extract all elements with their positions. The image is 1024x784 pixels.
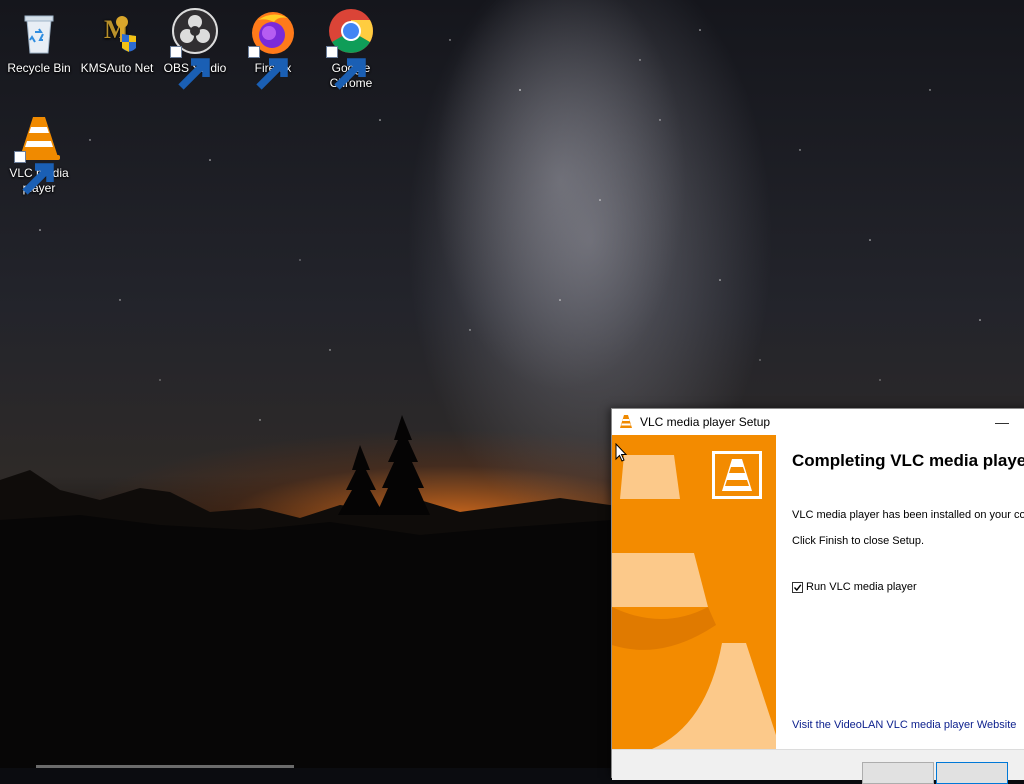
obs-icon	[170, 8, 220, 90]
shortcut-arrow-icon	[14, 151, 54, 195]
finish-instruction: Click Finish to close Setup.	[792, 535, 925, 547]
desktop-icon-label: KMSAuto Net	[80, 61, 154, 75]
window-footer	[612, 749, 1024, 784]
desktop-icon-google-chrome[interactable]: Google Chrome	[313, 8, 389, 91]
desktop-icon-vlc[interactable]: VLC media player	[1, 113, 77, 196]
completion-heading: Completing VLC media player	[792, 451, 1024, 470]
desktop-icon-label: Recycle Bin	[7, 61, 71, 75]
vlc-icon	[620, 415, 632, 428]
shortcut-arrow-icon	[248, 46, 288, 90]
desktop-icon-obs-studio[interactable]: OBS Studio	[157, 8, 233, 90]
run-vlc-checkbox[interactable]	[792, 581, 803, 593]
minimize-button[interactable]: —	[984, 414, 1020, 430]
desktop-icon-recycle-bin[interactable]: Recycle Bin	[1, 8, 77, 76]
checkmark-icon	[793, 583, 802, 591]
installed-message: VLC media player has been installed on y…	[792, 509, 1024, 521]
shortcut-arrow-icon	[170, 46, 210, 90]
firefox-icon	[248, 8, 298, 90]
shortcut-arrow-icon	[326, 46, 366, 90]
run-vlc-option[interactable]: Run VLC media player	[792, 581, 917, 593]
window-titlebar[interactable]: VLC media player Setup —	[612, 409, 1024, 435]
desktop-icon-firefox[interactable]: Firefox	[235, 8, 311, 90]
kmsauto-icon: M	[92, 8, 142, 58]
mouse-cursor-icon	[615, 443, 628, 462]
videolan-website-link[interactable]: Visit the VideoLAN VLC media player Webs…	[792, 719, 1016, 731]
recycle-bin-icon	[14, 8, 64, 58]
vlc-banner-image	[612, 435, 776, 749]
run-vlc-label[interactable]: Run VLC media player	[806, 581, 917, 593]
chrome-icon	[326, 8, 376, 90]
back-button[interactable]	[862, 762, 934, 784]
completion-content: Completing VLC media player VLC media pl…	[792, 435, 1024, 749]
window-body: Completing VLC media player VLC media pl…	[612, 435, 1024, 749]
window-title: VLC media player Setup	[640, 415, 771, 429]
vlc-setup-window[interactable]: VLC media player Setup — Completing VLC …	[611, 408, 1024, 784]
desktop-icon-kmsauto[interactable]: M KMSAuto Net	[79, 8, 155, 76]
vlc-icon	[14, 113, 64, 195]
finish-button[interactable]	[936, 762, 1008, 784]
